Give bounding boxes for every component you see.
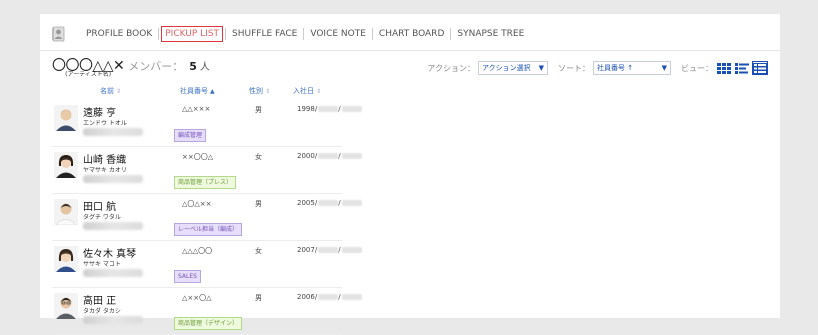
join-date: 2000// — [297, 152, 362, 160]
department-tag[interactable]: 編成管理 — [174, 129, 207, 142]
top-nav: PROFILE BOOK PICKUP LIST SHUFFLE FACE VO… — [50, 22, 530, 46]
redacted-info — [83, 316, 143, 324]
sort-select-value: 社員番号 ↑ — [597, 64, 634, 72]
nav-divider — [158, 28, 160, 40]
member-gender: 男 — [255, 200, 262, 208]
employee-code: △△△〇〇 — [182, 247, 213, 255]
toolbar: アクション： アクション選択 ▼ ソート： 社員番号 ↑ ▼ ビュー： — [427, 61, 768, 75]
member-name[interactable]: 山崎 香織 — [83, 151, 126, 166]
sort-icon: ⇕ — [265, 88, 271, 95]
redacted-date — [341, 294, 362, 300]
column-header-joined[interactable]: 入社日 ⇕ — [293, 86, 321, 96]
avatar[interactable] — [54, 105, 78, 131]
table-row[interactable]: 田口 航 タグチ ワタル △〇△×× 男 2005// レーベル担当（編成） — [52, 194, 362, 241]
member-name[interactable]: 遠藤 亨 — [83, 104, 116, 119]
redacted-info — [83, 269, 143, 277]
action-select-value: アクション選択 — [482, 64, 531, 72]
table-row[interactable]: 佐々木 真琴 ササキ マコト △△△〇〇 女 2007// SALES — [52, 241, 362, 288]
table-row[interactable]: 遠藤 亨 エンドウ トオル △△××× 男 1998// 編成管理 — [52, 100, 362, 147]
member-kana: ササキ マコト — [83, 261, 121, 268]
action-label: アクション： — [427, 63, 475, 73]
member-unit: 人 — [199, 62, 210, 73]
avatar[interactable] — [54, 246, 78, 272]
member-kana: タグチ ワタル — [83, 214, 121, 221]
member-gender: 女 — [255, 153, 262, 161]
redacted-date — [341, 247, 362, 253]
sort-ascending-icon: ▲ — [210, 88, 215, 95]
department-tag[interactable]: SALES — [174, 270, 201, 283]
department-tag[interactable]: 商品管理（プレス） — [174, 176, 237, 189]
sort-icon: ⇕ — [316, 88, 322, 95]
redacted-date — [318, 200, 339, 206]
action-select[interactable]: アクション選択 ▼ — [478, 61, 548, 75]
avatar[interactable] — [54, 152, 78, 178]
nav-voice-note[interactable]: VOICE NOTE — [304, 27, 372, 41]
member-kana: タカダ タカシ — [83, 308, 121, 315]
nav-synapse-tree[interactable]: SYNAPSE TREE — [451, 27, 530, 41]
department-tag[interactable]: レーベル担当（編成） — [174, 223, 243, 236]
column-header-code[interactable]: 社員番号 ▲ — [180, 86, 215, 96]
sort-select[interactable]: 社員番号 ↑ ▼ — [593, 61, 671, 75]
table-header: 名前 ⇕ 社員番号 ▲ 性別 ⇕ 入社日 ⇕ — [40, 86, 340, 98]
department-tag[interactable]: 商品管理（デザイン） — [174, 317, 243, 330]
avatar[interactable] — [54, 293, 78, 319]
member-label: メンバー： — [128, 60, 184, 73]
employee-code: △〇△×× — [182, 200, 212, 208]
nav-pickup-list[interactable]: PICKUP LIST — [161, 26, 224, 42]
nav-divider-line — [40, 50, 780, 51]
sort-icon: ⇕ — [116, 88, 122, 95]
redacted-date — [341, 106, 362, 112]
employee-code: △××〇△ — [182, 294, 212, 302]
avatar[interactable] — [54, 199, 78, 226]
member-kana: ヤマサキ カオリ — [83, 167, 127, 174]
employee-code: △△××× — [182, 105, 211, 113]
join-date: 1998// — [297, 105, 362, 113]
join-date: 2005// — [297, 199, 362, 207]
member-gender: 男 — [255, 294, 262, 302]
member-count: 5 — [189, 60, 197, 73]
redacted-date — [318, 153, 339, 159]
redacted-info — [83, 128, 143, 136]
member-name[interactable]: 田口 航 — [83, 198, 116, 213]
join-date: 2006// — [297, 293, 362, 301]
redacted-date — [318, 247, 339, 253]
book-logo-icon[interactable] — [50, 25, 68, 43]
table-row[interactable]: 山崎 香織 ヤマサキ カオリ ××〇〇△ 女 2000// 商品管理（プレス） — [52, 147, 362, 194]
sort-label: ソート： — [558, 63, 590, 73]
main-panel: PROFILE BOOK PICKUP LIST SHUFFLE FACE VO… — [40, 14, 780, 335]
redacted-info — [83, 222, 143, 230]
redacted-date — [341, 200, 362, 206]
group-header: 〇〇〇△△✕ (アーティスト名) メンバー： 5 人 — [52, 58, 210, 78]
member-name[interactable]: 高田 正 — [83, 292, 116, 307]
member-name[interactable]: 佐々木 真琴 — [83, 245, 136, 260]
chevron-down-icon: ▼ — [661, 64, 667, 72]
member-gender: 女 — [255, 247, 262, 255]
employee-code: ××〇〇△ — [182, 153, 214, 161]
list-detail-view-icon[interactable] — [735, 62, 749, 74]
column-header-gender[interactable]: 性別 ⇕ — [249, 86, 270, 96]
member-kana: エンドウ トオル — [83, 120, 127, 127]
member-table-body: 遠藤 亨 エンドウ トオル △△××× 男 1998// 編成管理 山崎 香織 … — [52, 100, 362, 335]
redacted-date — [341, 153, 362, 159]
grid-view-icon[interactable] — [717, 62, 731, 74]
nav-shuffle-face[interactable]: SHUFFLE FACE — [226, 27, 303, 41]
group-name-block: 〇〇〇△△✕ (アーティスト名) — [52, 59, 125, 78]
view-label: ビュー： — [681, 63, 713, 73]
chevron-down-icon: ▼ — [538, 64, 545, 72]
redacted-date — [318, 106, 339, 112]
join-date: 2007// — [297, 246, 362, 254]
redacted-info — [83, 175, 143, 183]
table-view-icon[interactable] — [752, 61, 768, 75]
table-row[interactable]: 高田 正 タカダ タカシ △××〇△ 男 2006// 商品管理（デザイン） — [52, 288, 362, 335]
redacted-date — [318, 294, 339, 300]
nav-chart-board[interactable]: CHART BOARD — [373, 27, 450, 41]
nav-profile-book[interactable]: PROFILE BOOK — [80, 27, 158, 41]
member-gender: 男 — [255, 106, 262, 114]
column-header-name[interactable]: 名前 ⇕ — [100, 86, 121, 96]
